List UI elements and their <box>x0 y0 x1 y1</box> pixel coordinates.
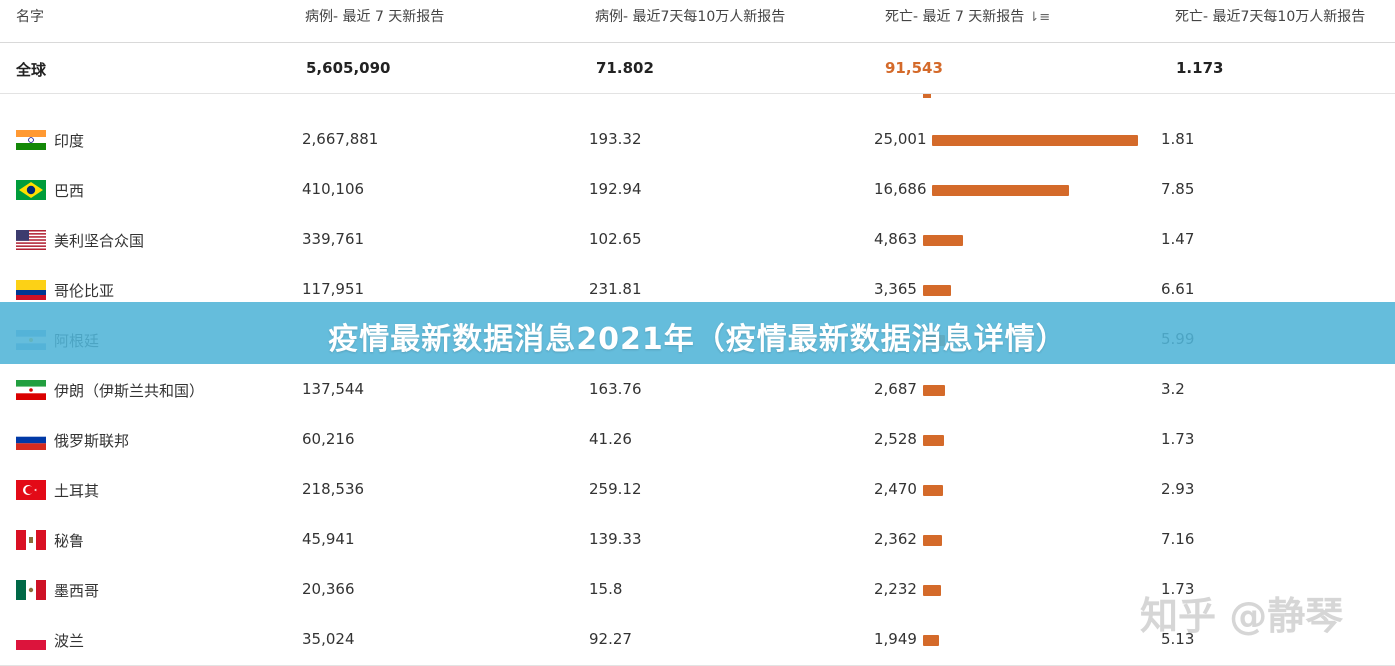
poland-flag-icon <box>16 630 46 650</box>
cases-per-100k: 15.8 <box>589 580 623 598</box>
deaths-bar <box>923 585 941 596</box>
deaths-7days: 2,687 <box>874 380 917 398</box>
deaths-7days: 4,863 <box>874 230 917 248</box>
deaths-bar <box>923 435 944 446</box>
cases-per-100k: 192.94 <box>589 180 642 198</box>
deaths-per-100k: 6.61 <box>1161 280 1195 298</box>
table-row[interactable]: 土耳其 218,536 259.12 2,470 2.93 <box>0 465 1395 516</box>
deaths-bar <box>932 185 1069 196</box>
fragment-text: ▀▀▀▀ <box>16 94 63 103</box>
country-name[interactable]: 美利坚合众国 <box>54 230 144 251</box>
column-header-cases-7days[interactable]: 病例- 最近 7 天新报告 <box>305 6 444 26</box>
country-name[interactable]: 哥伦比亚 <box>54 280 114 301</box>
column-header-deaths-per-100k[interactable]: 死亡- 最近7天每10万人新报告 <box>1175 6 1365 26</box>
cases-per-100k: 139.33 <box>589 530 642 548</box>
total-deaths-per-100k: 1.173 <box>1176 59 1224 77</box>
fragment-text: ▀▀▀ <box>590 94 625 103</box>
cases-7days: 60,216 <box>302 430 355 448</box>
cases-per-100k: 41.26 <box>589 430 632 448</box>
cases-7days: 2,667,881 <box>302 130 379 148</box>
table-row[interactable]: 伊朗（伊斯兰共和国） 137,544 163.76 2,687 3.2 <box>0 365 1395 416</box>
cases-7days: 137,544 <box>302 380 365 398</box>
fragment-bar <box>923 94 931 98</box>
table-header: 名字 病例- 最近 7 天新报告 病例- 最近7天每10万人新报告 死亡- 最近… <box>0 0 1395 43</box>
cases-per-100k: 102.65 <box>589 230 642 248</box>
usa-flag-icon <box>16 230 46 250</box>
cases-per-100k: 193.32 <box>589 130 642 148</box>
deaths-per-100k: 1.81 <box>1161 130 1195 148</box>
deaths-per-100k: 3.2 <box>1161 380 1185 398</box>
deaths-per-100k: 7.85 <box>1161 180 1195 198</box>
cases-7days: 410,106 <box>302 180 365 198</box>
cases-7days: 35,024 <box>302 630 355 648</box>
column-header-name[interactable]: 名字 <box>16 6 44 26</box>
column-header-cases-per-100k[interactable]: 病例- 最近7天每10万人新报告 <box>595 6 785 26</box>
country-name[interactable]: 墨西哥 <box>54 580 99 601</box>
country-name[interactable]: 土耳其 <box>54 480 99 501</box>
deaths-per-100k: 2.93 <box>1161 480 1195 498</box>
deaths-7days: 2,470 <box>874 480 917 498</box>
fragment-text: ▀▀▀ <box>873 94 908 103</box>
country-name[interactable]: 俄罗斯联邦 <box>54 430 129 451</box>
title-banner: 疫情最新数据消息2021年（疫情最新数据消息详情） <box>0 302 1395 364</box>
fragment-text: ▀▀▀ <box>302 94 337 103</box>
deaths-7days: 16,686 <box>874 180 927 198</box>
table-row[interactable]: 俄罗斯联邦 60,216 41.26 2,528 1.73 <box>0 415 1395 466</box>
deaths-bar <box>923 285 951 296</box>
cases-per-100k: 231.81 <box>589 280 642 298</box>
colombia-flag-icon <box>16 280 46 300</box>
deaths-7days: 2,362 <box>874 530 917 548</box>
iran-flag-icon <box>16 380 46 400</box>
scrolled-row-fragment: ▀▀▀▀ ▀▀▀ ▀▀▀ ▀▀▀ ▀▀▀ <box>0 94 1395 116</box>
cases-7days: 218,536 <box>302 480 365 498</box>
cases-7days: 45,941 <box>302 530 355 548</box>
deaths-bar <box>932 135 1138 146</box>
country-name[interactable]: 波兰 <box>54 630 84 651</box>
cases-7days: 339,761 <box>302 230 365 248</box>
table-row[interactable]: 印度 2,667,881 193.32 25,001 1.81 <box>0 115 1395 166</box>
deaths-per-100k: 1.73 <box>1161 430 1195 448</box>
total-deaths-7days: 91,543 <box>885 59 943 77</box>
deaths-bar <box>923 535 942 546</box>
deaths-7days: 25,001 <box>874 130 927 148</box>
country-name[interactable]: 伊朗（伊斯兰共和国） <box>54 380 204 401</box>
country-name[interactable]: 印度 <box>54 130 84 151</box>
deaths-bar <box>923 635 939 646</box>
banner-title: 疫情最新数据消息2021年（疫情最新数据消息详情） <box>328 322 1067 357</box>
peru-flag-icon <box>16 530 46 550</box>
total-cases-7days: 5,605,090 <box>306 59 391 77</box>
deaths-7days: 2,232 <box>874 580 917 598</box>
deaths-7days: 2,528 <box>874 430 917 448</box>
table-row[interactable]: 美利坚合众国 339,761 102.65 4,863 1.47 <box>0 215 1395 266</box>
brazil-flag-icon <box>16 180 46 200</box>
country-name[interactable]: 巴西 <box>54 180 84 201</box>
deaths-7days: 1,949 <box>874 630 917 648</box>
russia-flag-icon <box>16 430 46 450</box>
column-header-deaths-label: 死亡- 最近 7 天新报告 <box>885 9 1025 25</box>
deaths-per-100k: 7.16 <box>1161 530 1195 548</box>
deaths-bar <box>923 235 963 246</box>
table-row[interactable]: 巴西 410,106 192.94 16,686 7.85 <box>0 165 1395 216</box>
mexico-flag-icon <box>16 580 46 600</box>
deaths-7days: 3,365 <box>874 280 917 298</box>
column-header-deaths-7days[interactable]: 死亡- 最近 7 天新报告 ⇂≡ <box>885 6 1050 26</box>
fragment-text: ▀▀▀ <box>1160 94 1195 103</box>
deaths-bar <box>923 485 943 496</box>
total-name: 全球 <box>16 61 47 79</box>
watermark: 知乎 @静琴 <box>1140 594 1344 638</box>
deaths-per-100k: 1.47 <box>1161 230 1195 248</box>
cases-per-100k: 259.12 <box>589 480 642 498</box>
country-name[interactable]: 秘鲁 <box>54 530 84 551</box>
total-row: 全球 5,605,090 71.802 91,543 1.173 <box>0 43 1395 94</box>
india-flag-icon <box>16 130 46 150</box>
cases-per-100k: 163.76 <box>589 380 642 398</box>
table-row[interactable]: 秘鲁 45,941 139.33 2,362 7.16 <box>0 515 1395 566</box>
turkey-flag-icon <box>16 480 46 500</box>
cases-per-100k: 92.27 <box>589 630 632 648</box>
cases-7days: 117,951 <box>302 280 365 298</box>
cases-7days: 20,366 <box>302 580 355 598</box>
sort-desc-icon[interactable]: ⇂≡ <box>1028 10 1050 25</box>
deaths-bar <box>923 385 945 396</box>
total-cases-per-100k: 71.802 <box>596 59 654 77</box>
